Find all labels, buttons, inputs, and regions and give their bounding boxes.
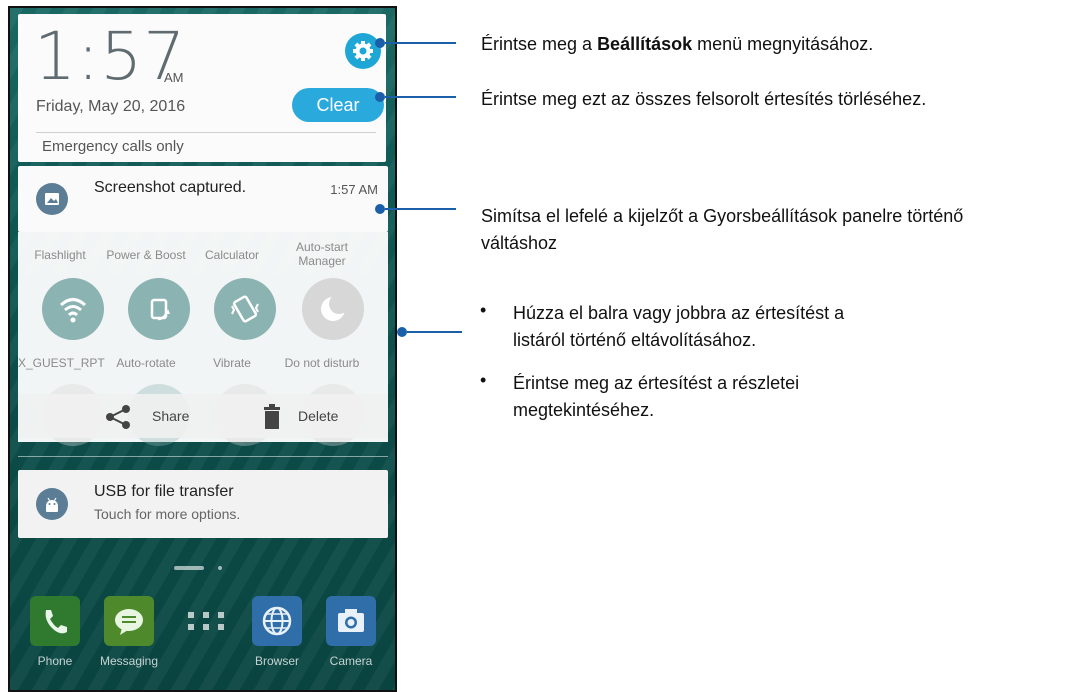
- messaging-app-icon[interactable]: [104, 596, 154, 646]
- callout-dot: [397, 327, 407, 337]
- delete-label[interactable]: Delete: [298, 408, 338, 424]
- delete-button[interactable]: [262, 404, 282, 435]
- wifi-icon: [59, 298, 87, 323]
- qs-label-calculator: Calculator: [204, 248, 260, 262]
- dock-label-browser: Browser: [254, 654, 299, 668]
- notification-title: Screenshot captured.: [94, 179, 247, 196]
- divider: [36, 132, 376, 133]
- moon-icon: [321, 294, 349, 321]
- bullet-marker: •: [480, 370, 487, 390]
- callout-bullet-tap: Érintse meg az értesítést a részletei meg…: [513, 373, 800, 420]
- qs-label-vibrate: Vibrate: [213, 356, 251, 370]
- notification-header: 1:57 AM Friday, May 20, 2016 Clear Emerg…: [18, 14, 386, 162]
- callout-settings: Érintse meg a Beállítások menü megnyitás…: [481, 34, 874, 54]
- notification-subtitle: Touch for more options.: [94, 506, 241, 522]
- share-button[interactable]: [104, 404, 132, 435]
- network-status: Emergency calls only: [42, 138, 184, 155]
- notification-title: USB for file transfer: [94, 483, 234, 500]
- notification-time: 1:57 AM: [330, 182, 378, 197]
- clear-button[interactable]: Clear: [292, 88, 384, 122]
- camera-icon: [338, 609, 364, 632]
- qs-vibrate-toggle[interactable]: [214, 278, 276, 340]
- phone-icon: [45, 610, 67, 634]
- page-indicator-dot: [218, 566, 222, 570]
- bullet-marker: •: [480, 300, 487, 320]
- share-icon: [106, 405, 130, 429]
- callout-dot: [375, 92, 385, 102]
- callout-bullet-swipe: Húzza el balra vagy jobbra az értesítést…: [513, 303, 845, 350]
- callout-line: [407, 331, 462, 333]
- camera-app-icon[interactable]: [326, 596, 376, 646]
- notification-screenshot[interactable]: Screenshot captured. 1:57 AM: [18, 166, 388, 232]
- callout-line: [385, 42, 456, 44]
- qs-autorotate-toggle[interactable]: [128, 278, 190, 340]
- qs-label-autorotate: Auto-rotate: [116, 356, 176, 370]
- qs-label-dnd: Do not disturb: [284, 356, 360, 370]
- callout-dot: [375, 38, 385, 48]
- image-icon: [36, 183, 68, 215]
- trash-icon: [264, 404, 280, 429]
- qs-dnd-toggle[interactable]: [302, 278, 364, 340]
- callout-line: [385, 96, 456, 98]
- qs-label-autostart: Auto-start Manager: [295, 240, 349, 268]
- phone-app-icon[interactable]: [30, 596, 80, 646]
- share-label[interactable]: Share: [152, 408, 189, 424]
- browser-app-icon[interactable]: [252, 596, 302, 646]
- qs-label-wifi: X_GUEST_RPT: [18, 356, 105, 370]
- divider: [18, 456, 388, 457]
- qs-label-power-boost: Power & Boost: [106, 248, 186, 262]
- app-drawer-button[interactable]: [186, 608, 226, 639]
- notification-usb[interactable]: USB for file transfer Touch for more opt…: [18, 470, 388, 538]
- globe-icon: [262, 606, 292, 636]
- callout-line: [385, 208, 456, 210]
- qs-wifi-toggle[interactable]: [42, 278, 104, 340]
- callout-swipe: Simítsa el lefelé a kijelzőt a Gyorsbeál…: [481, 206, 964, 253]
- callout-clear: Érintse meg ezt az összes felsorolt érte…: [481, 89, 927, 109]
- page-indicator-active: [174, 566, 204, 570]
- qs-label-flashlight: Flashlight: [34, 248, 86, 262]
- grid-icon: [188, 612, 224, 630]
- dock-label-camera: Camera: [329, 654, 373, 668]
- callout-dot: [375, 204, 385, 214]
- dock-label-messaging: Messaging: [99, 654, 159, 668]
- android-icon: [36, 488, 68, 520]
- phone-screenshot: 1:57 AM Friday, May 20, 2016 Clear Emerg…: [8, 6, 397, 692]
- dock-label-phone: Phone: [37, 654, 73, 668]
- vibrate-icon: [231, 295, 259, 323]
- message-icon: [115, 609, 143, 635]
- date-label: Friday, May 20, 2016: [36, 98, 186, 115]
- rotate-icon: [150, 298, 170, 321]
- clock-ampm: AM: [164, 70, 184, 85]
- notification-actions: Share Delete: [18, 394, 388, 438]
